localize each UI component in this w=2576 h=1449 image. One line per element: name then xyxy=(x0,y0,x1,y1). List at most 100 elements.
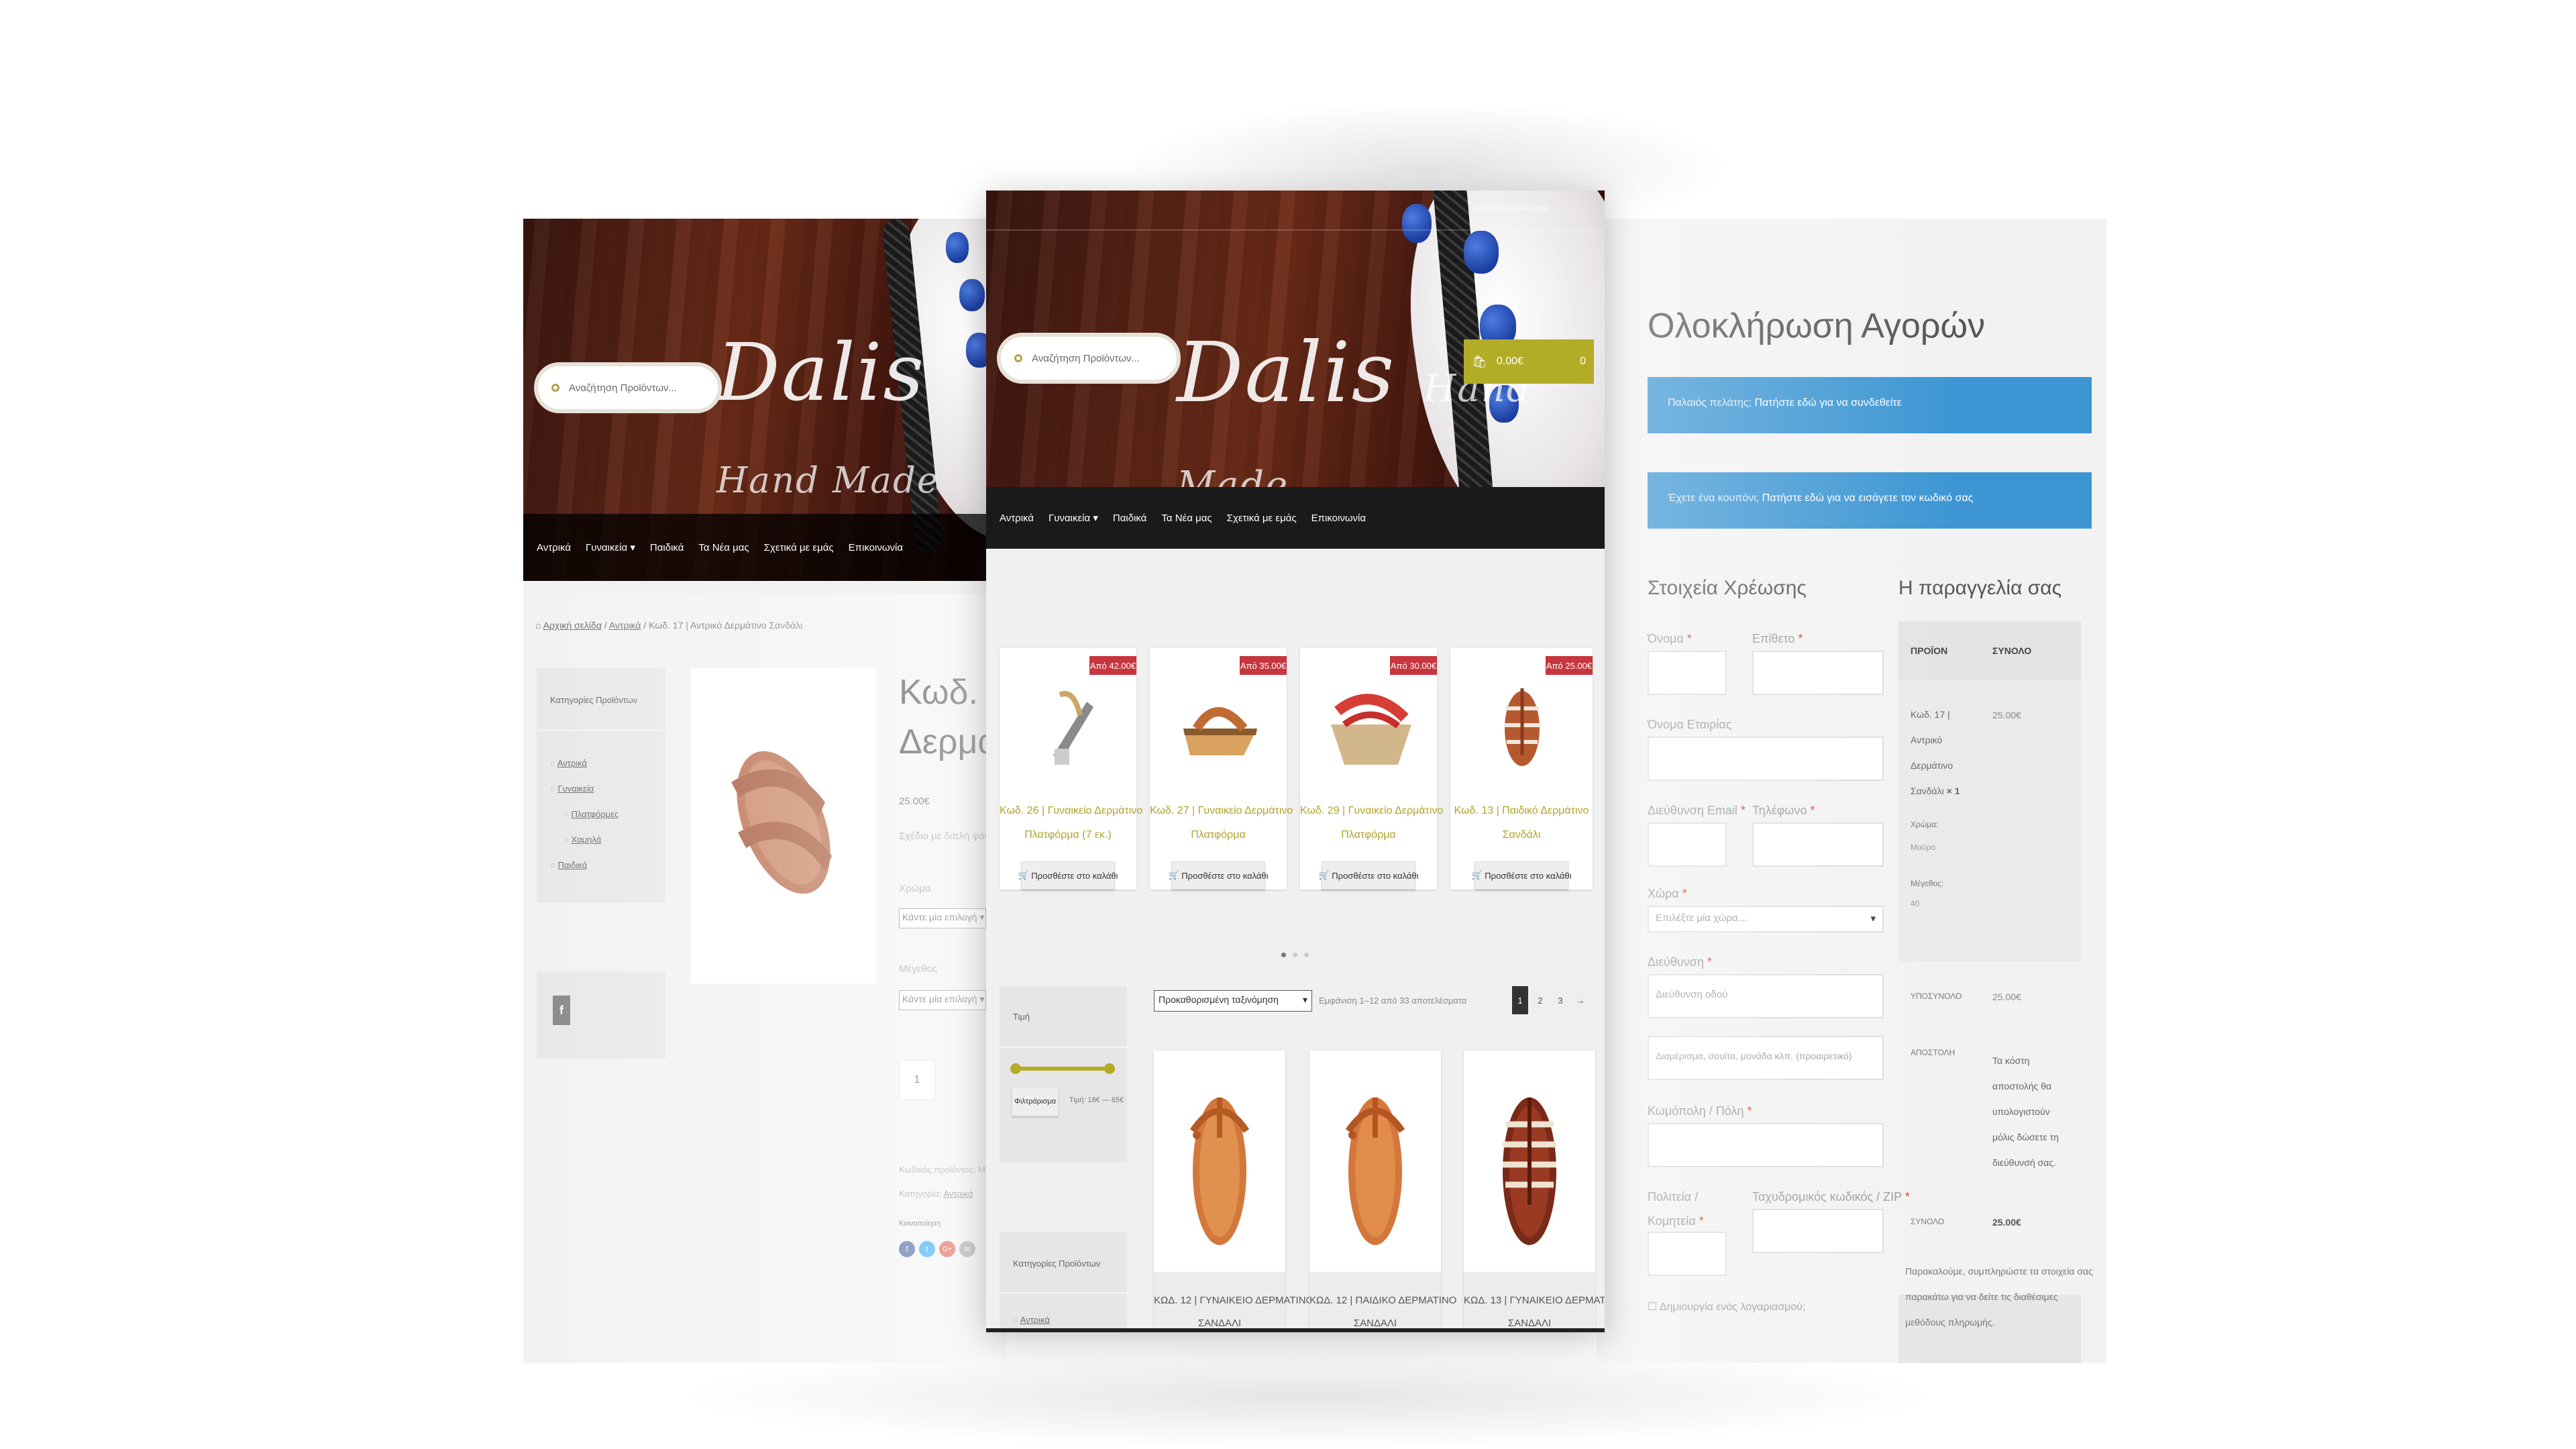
breadcrumb-separator: / xyxy=(604,620,607,631)
sort-select[interactable]: Προκαθορισμένη ταξινόμηση ▾ xyxy=(1154,990,1312,1012)
color-select[interactable]: Κάντε μία επιλογή ▾ xyxy=(899,908,986,928)
order-item-size-label: Μέγεθος: xyxy=(1911,879,1944,888)
create-account-checkbox[interactable]: ☐ Δημιουργία ενός λογαριασμού; xyxy=(1648,1300,1805,1313)
my-account-link[interactable]: Ο λογαριασμός μου xyxy=(1472,203,1548,213)
product-name[interactable]: ΚΩΔ. 12 | ΓΥΝΑΙΚΕΙΟ ΔΕΡΜΑΤΙΝΟ xyxy=(1154,1295,1313,1306)
breadcrumb-category[interactable]: Αντρικά xyxy=(609,620,641,631)
nav-item-about[interactable]: Σχετικά με εμάς xyxy=(764,542,834,553)
slider-handle-min[interactable] xyxy=(1010,1063,1021,1074)
product-name[interactable]: Κωδ. 27 | Γυναικείο Δερμάτινο xyxy=(1150,805,1293,817)
site-logo[interactable]: Dalis Hand Made xyxy=(716,326,1006,511)
carousel-dot[interactable] xyxy=(1281,953,1286,957)
slider-handle-max[interactable] xyxy=(1104,1063,1115,1074)
total-column-header: ΣΥΝΟΛΟ xyxy=(1992,645,2032,656)
carousel-dot[interactable] xyxy=(1304,953,1309,957)
facebook-icon[interactable]: f xyxy=(553,996,570,1025)
product-card[interactable]: ΚΩΔ. 13 | ΓΥΝΑΙΚΕΙΟ ΔΕΡΜΑΤΙΝΟ ΣΑΝΔΑΛΙ xyxy=(1464,1051,1605,1332)
featured-product-card[interactable]: Από 42.00€ Κωδ. 26 | Γυναικείο Δερμάτινο… xyxy=(1000,648,1142,890)
google-plus-share-icon[interactable]: G+ xyxy=(939,1241,955,1257)
nav-item-women[interactable]: Γυναικεία ▾ xyxy=(586,541,635,553)
category-item-low[interactable]: ○ Χαμηλά xyxy=(564,835,601,845)
cart-icon: 🛒 xyxy=(1318,870,1332,880)
nav-item-news[interactable]: Τα Νέα μας xyxy=(698,542,749,553)
product-card[interactable]: ΚΩΔ. 12 | ΠΑΙΔΙΚΟ ΔΕΡΜΑΤΙΝΟ ΣΑΝΔΑΛΙ xyxy=(1309,1051,1456,1332)
nav-item-kids[interactable]: Παιδικά xyxy=(650,542,684,553)
category-item-men[interactable]: ○ Αντρικά xyxy=(1013,1315,1050,1325)
search-input[interactable]: Αναζήτηση Προϊόντων... xyxy=(997,333,1181,384)
page-1-button[interactable]: 1 xyxy=(1512,986,1528,1014)
city-field[interactable] xyxy=(1648,1123,1884,1167)
carousel-dot[interactable] xyxy=(1293,953,1297,957)
product-name[interactable]: ΚΩΔ. 12 | ΠΑΙΔΙΚΟ ΔΕΡΜΑΤΙΝΟ xyxy=(1309,1295,1456,1306)
category-item-kids[interactable]: ○ Παιδικά xyxy=(550,860,587,870)
country-select[interactable]: Επιλέξτε μία χώρα… ▾ xyxy=(1648,906,1884,932)
add-to-cart-button[interactable]: 🛒 Προσθέστε στο καλάθι xyxy=(1318,861,1419,890)
quantity-input[interactable]: 1 xyxy=(899,1060,935,1100)
main-nav: Αντρικά Γυναικεία ▾ Παιδικά Τα Νέα μας Σ… xyxy=(523,514,1006,581)
category-item-platforms[interactable]: ○ Πλατφόρμες xyxy=(564,809,619,819)
category-item-men[interactable]: ○ Αντρικά xyxy=(550,758,587,768)
email-field[interactable] xyxy=(1648,822,1727,867)
state-field[interactable] xyxy=(1648,1232,1727,1276)
price-badge: Από 35.00€ xyxy=(1240,656,1287,675)
filter-button[interactable]: Φιλτράρισμα xyxy=(1012,1087,1059,1116)
categories-title: Κατηγορίες Προϊόντων xyxy=(537,668,665,731)
nav-item-contact[interactable]: Επικοινωνία xyxy=(849,542,903,553)
featured-product-card[interactable]: Από 35.00€ Κωδ. 27 | Γυναικείο Δερμάτινο… xyxy=(1150,648,1293,890)
login-link[interactable]: Πατήστε εδώ για να συνδεθείτε xyxy=(1754,397,1901,409)
order-item-name: Κωδ. 17 | Αντρικό Δερμάτινο Σανδάλι × 1 xyxy=(1911,709,1960,796)
order-title: Η παραγγελία σας xyxy=(1898,577,2062,599)
last-name-field[interactable] xyxy=(1752,651,1884,695)
bottom-edge xyxy=(986,1328,1605,1332)
product-sku: Κωδικός προϊόντος: Μ.Δ xyxy=(899,1165,994,1175)
product-name-line2[interactable]: ΣΑΝΔΑΛΙ xyxy=(1309,1318,1441,1329)
page-3-button[interactable]: 3 xyxy=(1552,986,1568,1014)
product-name-line2[interactable]: ΣΑΝΔΑΛΙ xyxy=(1464,1318,1595,1329)
pagination: 1 2 3 → xyxy=(1512,986,1589,1014)
twitter-share-icon[interactable]: t xyxy=(919,1241,935,1257)
phone-field[interactable] xyxy=(1752,822,1884,867)
add-to-cart-button[interactable]: 🛒 Προσθέστε στο καλάθι xyxy=(1168,861,1269,890)
checkout-page-screenshot: Ολοκλήρωση Αγορών Παλαιός πελάτης; Πατήσ… xyxy=(1597,219,2106,1363)
coupon-link[interactable]: Πατήστε εδώ για να εισάγετε τον κωδικό σ… xyxy=(1762,492,1974,504)
first-name-field[interactable] xyxy=(1648,651,1727,695)
nav-item-news[interactable]: Τα Νέα μας xyxy=(1161,513,1212,524)
price-slider[interactable] xyxy=(1013,1067,1112,1071)
add-to-cart-button[interactable]: 🛒 Προσθέστε στο καλάθι xyxy=(1018,861,1118,890)
size-select[interactable]: Κάντε μία επιλογή ▾ xyxy=(899,990,986,1010)
product-name[interactable]: Κωδ. 13 | Παιδικό Δερμάτινο xyxy=(1450,805,1593,817)
featured-product-card[interactable]: Από 30.00€ Κωδ. 29 | Γυναικείο Δερμάτινο… xyxy=(1300,648,1443,890)
postcode-field[interactable] xyxy=(1752,1209,1884,1253)
product-name[interactable]: Κωδ. 26 | Γυναικείο Δερμάτινο xyxy=(1000,805,1142,817)
nav-item-about[interactable]: Σχετικά με εμάς xyxy=(1227,513,1297,524)
nav-item-men[interactable]: Αντρικά xyxy=(537,542,571,553)
next-page-arrow-icon[interactable]: → xyxy=(1572,986,1589,1014)
category-item-women[interactable]: ○ Γυναικεία xyxy=(550,784,594,794)
product-name-line2[interactable]: Πλατφόρμα xyxy=(1300,829,1437,841)
cart-button[interactable]: 🛍 0.00€ 0 xyxy=(1464,339,1594,384)
product-name-line2[interactable]: Σανδάλι xyxy=(1450,829,1593,841)
email-share-icon[interactable]: ✉ xyxy=(959,1241,975,1257)
nav-item-kids[interactable]: Παιδικά xyxy=(1113,513,1147,524)
nav-item-men[interactable]: Αντρικά xyxy=(1000,513,1034,524)
address2-field[interactable]: Διαμέρισμα, σουίτα, μονάδα κλπ. (προαιρε… xyxy=(1648,1036,1884,1080)
product-name-line2[interactable]: Πλατφόρμα xyxy=(1150,829,1287,841)
featured-product-card[interactable]: Από 25.00€ Κωδ. 13 | Παιδικό Δερμάτινο Σ… xyxy=(1450,648,1593,890)
search-input[interactable]: Αναζήτηση Προϊόντων... xyxy=(534,362,722,413)
facebook-share-icon[interactable]: f xyxy=(899,1241,915,1257)
add-to-cart-button[interactable]: 🛒 Προσθέστε στο καλάθι xyxy=(1471,861,1572,890)
product-name[interactable]: Κωδ. 29 | Γυναικείο Δερμάτινο xyxy=(1300,805,1443,817)
product-card[interactable]: ΚΩΔ. 12 | ΓΥΝΑΙΚΕΙΟ ΔΕΡΜΑΤΙΝΟ ΣΑΝΔΑΛΙ xyxy=(1154,1051,1313,1332)
nav-item-contact[interactable]: Επικοινωνία xyxy=(1311,513,1366,524)
page-2-button[interactable]: 2 xyxy=(1532,986,1548,1014)
address-field[interactable]: Διεύθυνση οδού xyxy=(1648,974,1884,1018)
product-name-line2[interactable]: Πλατφόρμα (7 εκ.) xyxy=(1000,829,1136,841)
product-image[interactable] xyxy=(691,668,876,983)
carousel-dots xyxy=(1281,953,1309,957)
breadcrumb-home[interactable]: Αρχική σελίδα xyxy=(543,620,602,631)
company-field[interactable] xyxy=(1648,737,1884,781)
product-name[interactable]: ΚΩΔ. 13 | ΓΥΝΑΙΚΕΙΟ ΔΕΡΜΑΤΙΝΟ xyxy=(1464,1295,1605,1306)
cart-icon: 🛒 xyxy=(1471,870,1485,880)
product-name-line2[interactable]: ΣΑΝΔΑΛΙ xyxy=(1154,1318,1285,1329)
nav-item-women[interactable]: Γυναικεία ▾ xyxy=(1049,512,1098,524)
